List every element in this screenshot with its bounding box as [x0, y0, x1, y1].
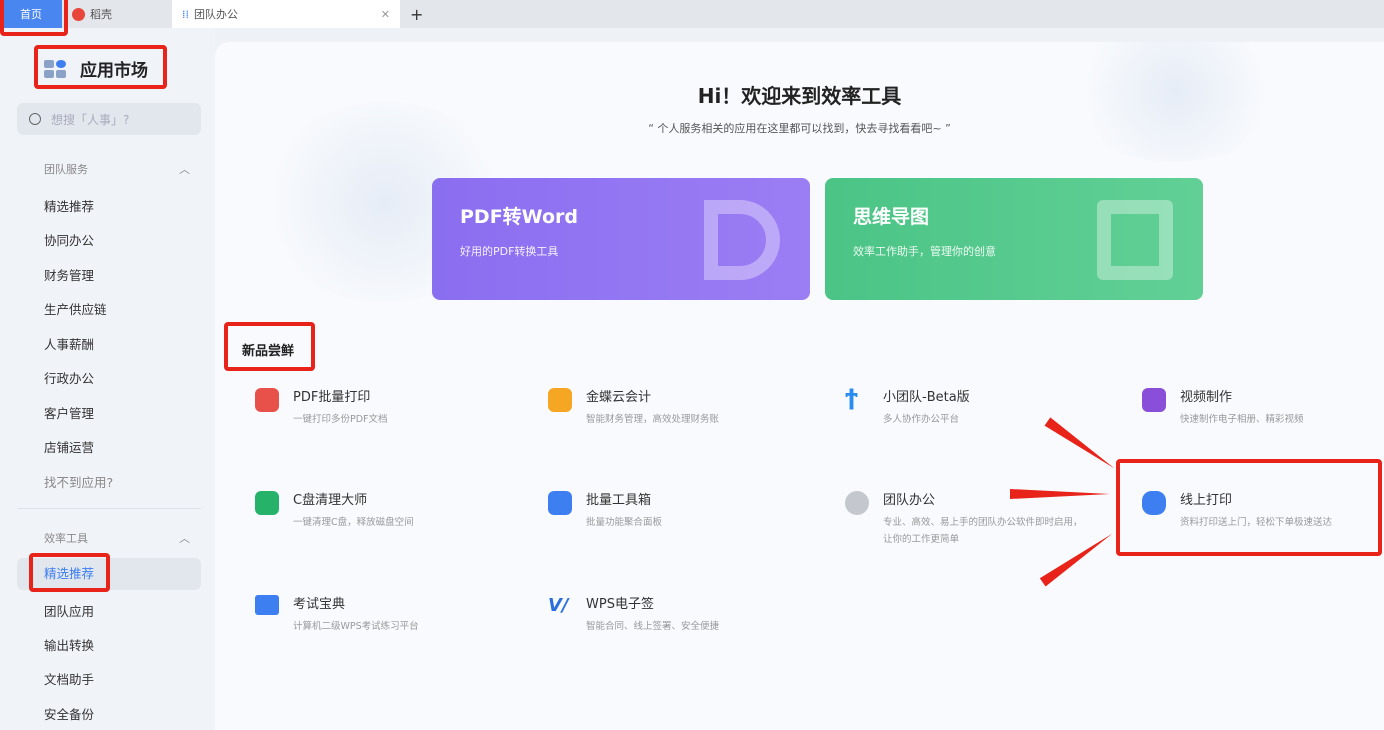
online-print-icon: [1142, 491, 1166, 515]
sidebar-item[interactable]: 店铺运营: [44, 437, 94, 456]
app-desc: 多人协作办公平台: [883, 411, 970, 428]
sidebar-item[interactable]: 输出转换: [44, 635, 94, 654]
sidebar-title: 应用市场: [80, 56, 148, 81]
sidebar-item[interactable]: 行政办公: [44, 368, 94, 387]
sidebar-item[interactable]: 生产供应链: [44, 299, 107, 318]
arrow-annotation: [1010, 489, 1110, 499]
app-name: 金蝶云会计: [586, 386, 719, 405]
tab-team-office[interactable]: ⁞⁞ 团队办公 ✕: [172, 0, 400, 28]
app-name: C盘清理大师: [293, 489, 414, 508]
app-desc: 资料打印送上门，轻松下单极速送达: [1180, 514, 1332, 531]
pdf-convert-icon: [704, 200, 780, 280]
docer-icon: [72, 8, 85, 21]
app-kingdee-accounting[interactable]: 金蝶云会计智能财务管理，高效处理财务账: [548, 386, 719, 428]
app-name: 小团队-Beta版: [883, 386, 970, 405]
divider: [17, 508, 201, 509]
app-small-team-beta[interactable]: ϯ 小团队-Beta版多人协作办公平台: [845, 386, 970, 428]
esign-icon: V/: [548, 595, 572, 619]
tab-docer[interactable]: 稻壳: [62, 0, 172, 28]
app-video-maker[interactable]: 视频制作快速制作电子相册、精彩视频: [1142, 386, 1304, 428]
sidebar-item[interactable]: 财务管理: [44, 265, 94, 284]
chevron-up-icon: ︿: [179, 530, 190, 546]
section-team-services[interactable]: 团队服务 ︿: [44, 161, 190, 177]
app-c-drive-cleaner[interactable]: C盘清理大师一键清理C盘，释放磁盘空间: [255, 489, 414, 531]
section-title-new: 新品尝鲜: [242, 340, 294, 359]
app-desc: 一键清理C盘，释放磁盘空间: [293, 514, 414, 531]
search-icon: [29, 113, 41, 125]
app-name: WPS电子签: [586, 593, 719, 612]
new-tab-button[interactable]: +: [410, 5, 423, 24]
app-name: 考试宝典: [293, 593, 419, 612]
toolbox-icon: [548, 491, 572, 515]
app-exam-guide[interactable]: 考试宝典计算机二级WPS考试练习平台: [255, 593, 419, 635]
sidebar-item[interactable]: 安全备份: [44, 704, 94, 723]
banner-mind-map[interactable]: 思维导图效率工作助手，管理你的创意: [825, 178, 1203, 300]
app-desc: 智能财务管理，高效处理财务账: [586, 411, 719, 428]
app-desc: 一键打印多份PDF文档: [293, 411, 388, 428]
app-pdf-batch-print[interactable]: PDF批量打印一键打印多份PDF文档: [255, 386, 388, 428]
app-desc: 快速制作电子相册、精彩视频: [1180, 411, 1304, 428]
search-input[interactable]: 想搜「人事」?: [17, 103, 201, 135]
app-name: 批量工具箱: [586, 489, 662, 508]
close-icon[interactable]: ✕: [381, 8, 390, 21]
search-placeholder: 想搜「人事」?: [51, 111, 129, 128]
sidebar-item[interactable]: 客户管理: [44, 403, 94, 422]
apps-icon: ⁞⁞: [182, 8, 189, 21]
team-icon: ϯ: [845, 388, 869, 412]
sidebar-item[interactable]: 人事薪酬: [44, 334, 94, 353]
section-label: 团队服务: [44, 161, 88, 177]
app-desc: 智能合同、线上签署、安全便捷: [586, 618, 719, 635]
app-online-print[interactable]: 线上打印资料打印送上门，轻松下单极速送达: [1142, 489, 1332, 531]
printer-icon: [255, 388, 279, 412]
team-office-icon: [845, 491, 869, 515]
app-batch-toolbox[interactable]: 批量工具箱批量功能聚合面板: [548, 489, 662, 531]
video-icon: [1142, 388, 1166, 412]
app-desc: 计算机二级WPS考试练习平台: [293, 618, 419, 635]
app-name: 视频制作: [1180, 386, 1304, 405]
app-wps-esign[interactable]: V/WPS电子签智能合同、线上签署、安全便捷: [548, 593, 719, 635]
page-title: Hi！欢迎来到效率工具: [215, 80, 1384, 109]
section-label: 效率工具: [44, 530, 88, 546]
disk-clean-icon: [255, 491, 279, 515]
page-subtitle: “ 个人服务相关的应用在这里都可以找到，快去寻找看看吧~ ”: [215, 120, 1384, 136]
app-name: 线上打印: [1180, 489, 1332, 508]
tab-home[interactable]: 首页: [0, 0, 62, 28]
tab-label: 团队办公: [194, 8, 238, 21]
sidebar-item[interactable]: 精选推荐: [44, 196, 94, 215]
app-desc: 批量功能聚合面板: [586, 514, 662, 531]
sidebar-item[interactable]: 协同办公: [44, 230, 94, 249]
banner-pdf-to-word[interactable]: PDF转Word好用的PDF转换工具: [432, 178, 810, 300]
sidebar-item[interactable]: 团队应用: [44, 601, 94, 620]
sidebar-item-active[interactable]: 精选推荐: [17, 558, 201, 590]
exam-icon: [255, 595, 279, 615]
section-efficiency-tools[interactable]: 效率工具 ︿: [44, 530, 190, 546]
tab-label: 稻壳: [90, 6, 112, 22]
cant-find-app-link[interactable]: 找不到应用?: [44, 472, 113, 491]
sidebar-item[interactable]: 文档助手: [44, 669, 94, 688]
app-name: PDF批量打印: [293, 386, 388, 405]
sidebar: 应用市场 想搜「人事」? 团队服务︿ 精选推荐 协同办公 财务管理 生产供应链 …: [0, 28, 215, 730]
kingdee-icon: [548, 388, 572, 412]
app-market-logo-icon: [44, 60, 66, 78]
app-desc: 专业、高效、易上手的团队办公软件即时启用，让你的工作更简单: [883, 514, 1083, 548]
tab-bar: 首页 稻壳 ⁞⁞ 团队办公 ✕ +: [0, 0, 1384, 28]
chevron-up-icon: ︿: [179, 161, 190, 177]
app-market-title: 应用市场: [44, 56, 148, 81]
mind-map-icon: [1097, 200, 1173, 280]
